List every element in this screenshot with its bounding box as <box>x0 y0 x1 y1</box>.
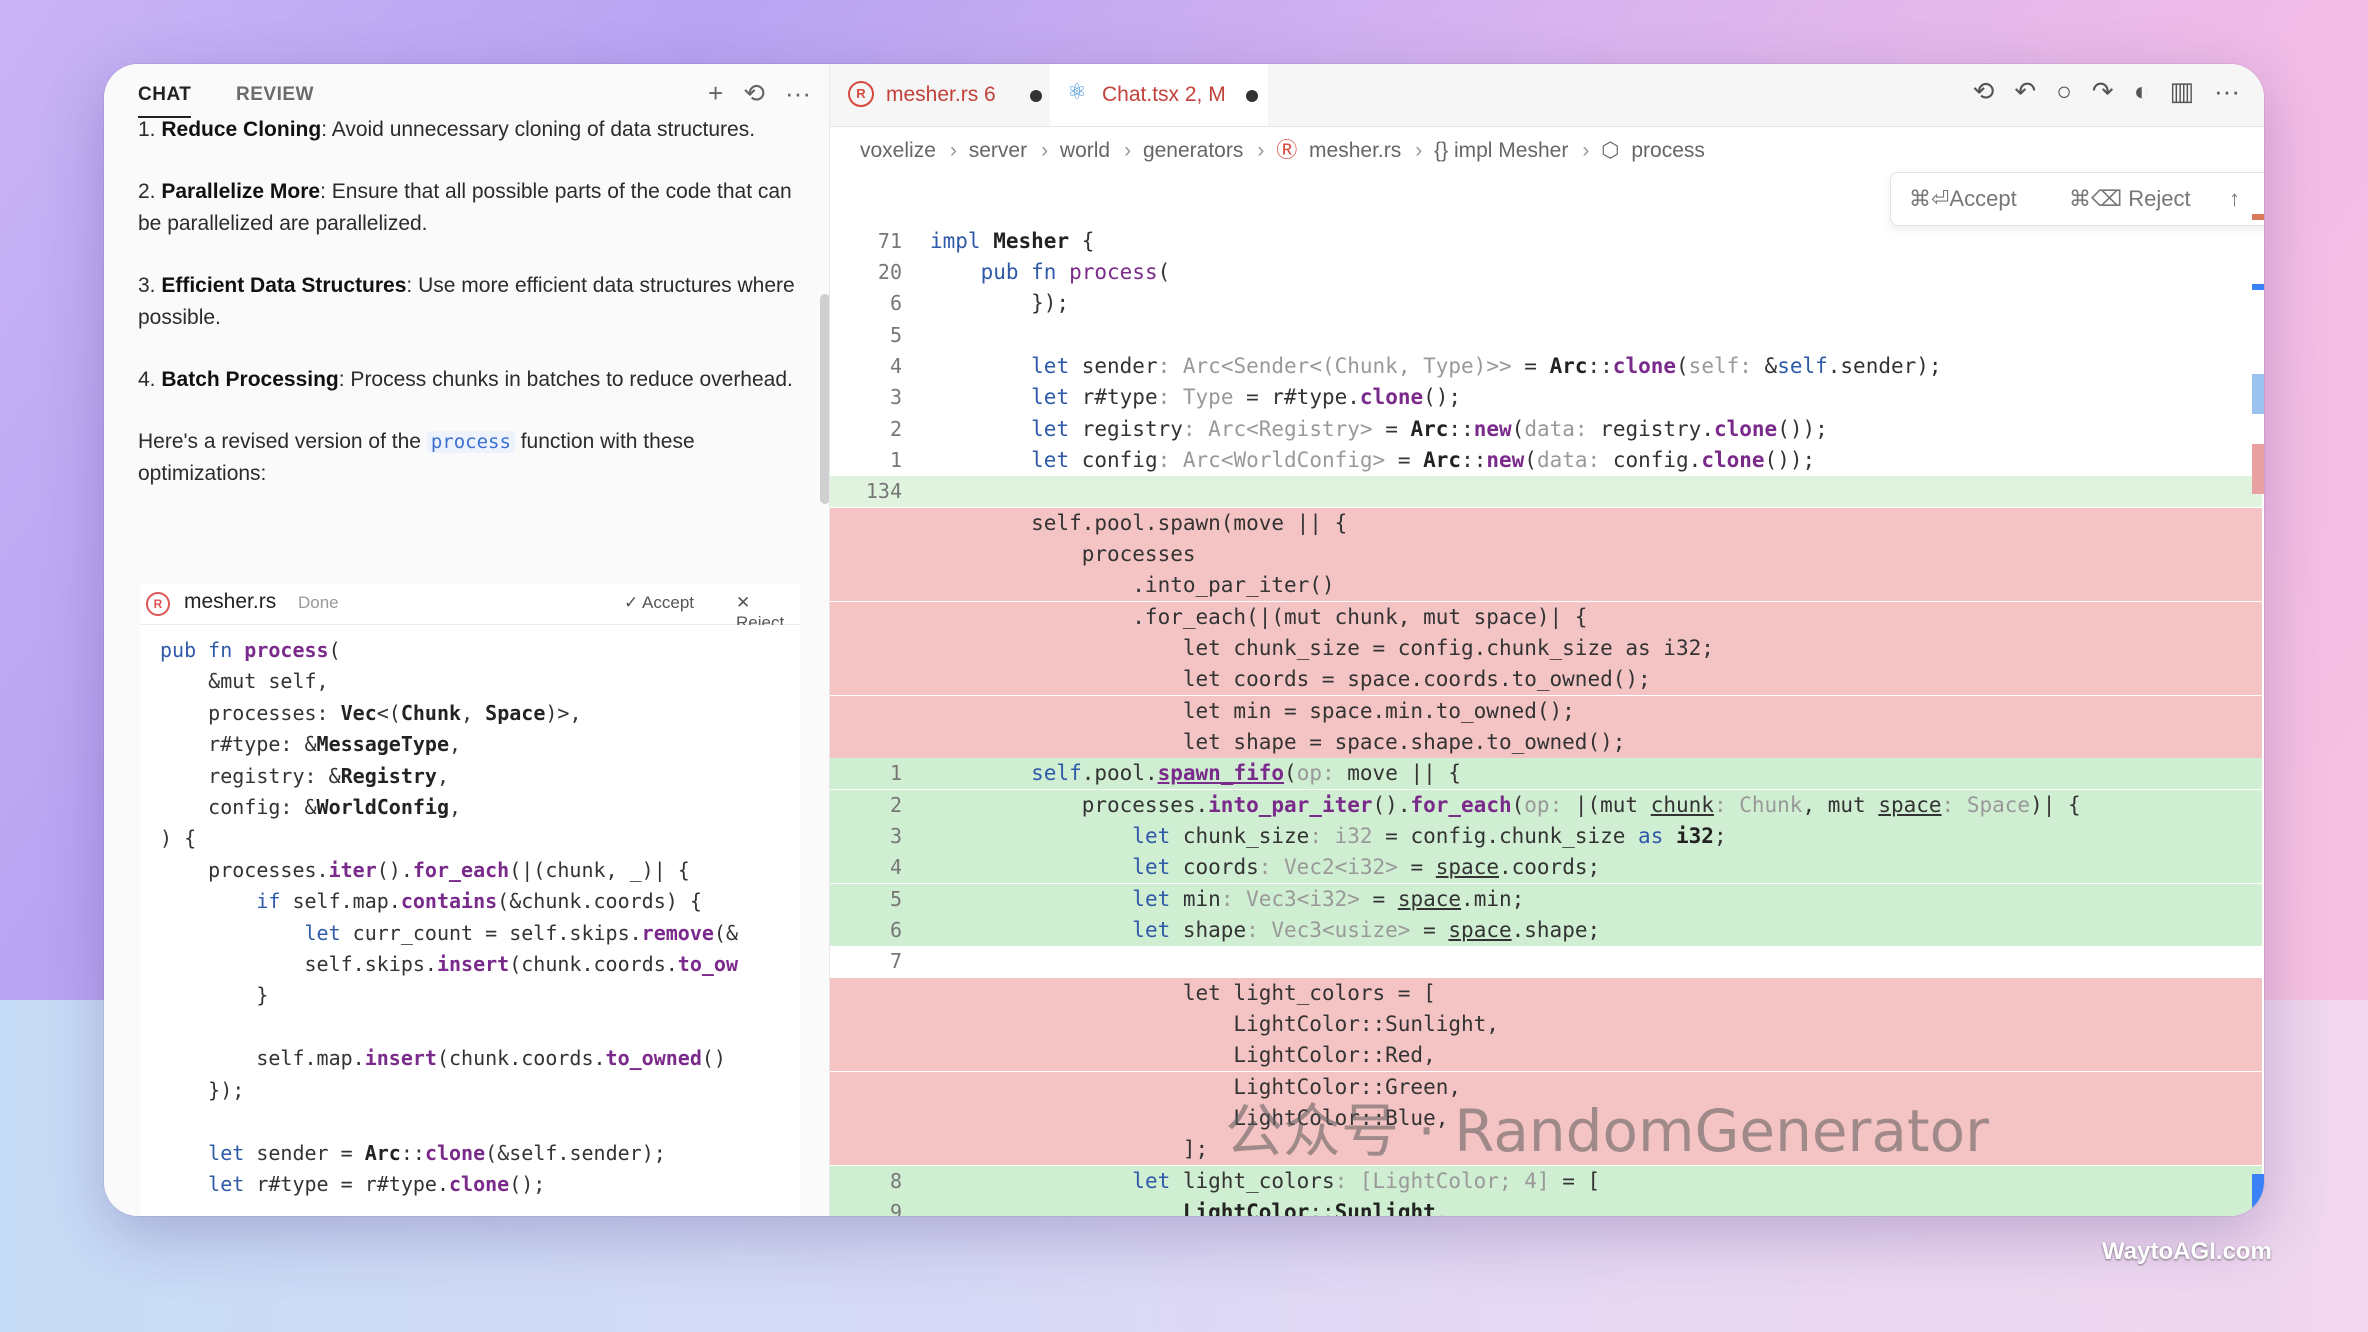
overview-ruler[interactable] <box>2252 214 2264 1214</box>
deleted-line: let shape = space.shape.to_owned(); <box>830 727 2262 759</box>
deleted-line: processes <box>830 539 2262 571</box>
list-item: 4. Batch Processing: Process chunks in b… <box>138 368 793 391</box>
code-line: 2 let registry: Arc<Registry> = Arc::new… <box>889 417 1828 441</box>
deleted-line: LightColor::Red, <box>830 1040 2262 1072</box>
breadcrumb-item[interactable]: voxelize <box>860 139 936 162</box>
history-icon[interactable]: ⟲ <box>743 78 765 109</box>
added-line: 8 let light_colors: [LightColor; 4] = [ <box>830 1166 2262 1198</box>
editor-panel: R mesher.rs 6 ⚛ Chat.tsx 2, M ⟲ ↶ ○ ↷ ◐ … <box>830 64 2264 1216</box>
breadcrumb-item[interactable]: server <box>969 139 1027 162</box>
chat-scrollbar[interactable] <box>820 294 829 504</box>
code-line: 4 let sender: Arc<Sender<(Chunk, Type)>>… <box>889 354 1942 378</box>
breadcrumb-item[interactable]: process <box>1631 139 1705 162</box>
breadcrumb-item[interactable]: {} impl Mesher <box>1434 139 1568 162</box>
breadcrumb-item[interactable]: generators <box>1143 139 1243 162</box>
deleted-line: let light_colors = [ <box>830 978 2262 1010</box>
code-line: 3 let r#type: Type = r#type.clone(); <box>889 385 1462 409</box>
code-block: pub fn process( &mut self, processes: Ve… <box>140 625 800 1216</box>
added-line: 6 let shape: Vec3<usize> = space.shape; <box>830 915 2262 947</box>
compare-icon[interactable]: ◐ <box>2134 76 2150 107</box>
chat-message: 1. Reduce Cloning: Avoid unnecessary clo… <box>138 114 798 520</box>
breadcrumb-item[interactable]: world <box>1060 139 1110 162</box>
deleted-line: .for_each(|(mut chunk, mut space)| { <box>830 602 2262 634</box>
editor-actions: ⟲ ↶ ○ ↷ ◐ ▥ ··· <box>1973 76 2240 107</box>
tab-chat[interactable]: CHAT <box>138 84 192 118</box>
code-block-header: R mesher.rs Done ✓ Accept ✕ Reject <box>140 584 800 632</box>
watermark: 公众号 · RandomGenerator <box>1225 1097 1989 1165</box>
added-line: 3 let chunk_size: i32 = config.chunk_siz… <box>830 821 2262 853</box>
code-snippet: pub fn process( &mut self, processes: Ve… <box>160 638 738 1196</box>
accept-all-button[interactable]: ⌘⏎Accept <box>1909 186 2017 212</box>
added-line: 5 let min: Vec3<i32> = space.min; <box>830 884 2262 916</box>
deleted-line: let chunk_size = config.chunk_size as i3… <box>830 633 2262 665</box>
code-line: 6 }); <box>889 291 1070 315</box>
history-icon[interactable]: ⟲ <box>1973 76 1995 107</box>
code-line: 5 <box>889 323 902 347</box>
code-line-cursor: 134 <box>830 476 2262 508</box>
deleted-line: let min = space.min.to_owned(); <box>830 696 2262 728</box>
cube-icon: ⬡ <box>1601 139 1620 162</box>
added-line: 4 let coords: Vec2<i32> = space.coords; <box>830 852 2262 884</box>
list-item: 3. Efficient Data Structures: Use more e… <box>138 274 795 329</box>
list-item: 2. Parallelize More: Ensure that all pos… <box>138 180 792 235</box>
code-line: 20 pub fn process( <box>877 260 1171 284</box>
code-line: 7 <box>889 949 902 973</box>
unsaved-dot-icon <box>1246 90 1258 102</box>
accept-button[interactable]: ✓ Accept <box>624 593 694 613</box>
more-icon[interactable]: ··· <box>785 78 811 109</box>
revised-text: Here's a revised version of the process … <box>138 430 695 485</box>
chat-panel: CHAT REVIEW + ⟲ ··· 1. Reduce Cloning: A… <box>104 64 830 1216</box>
go-back-icon[interactable]: ↶ <box>2014 76 2036 107</box>
code-line: 71 impl Mesher { <box>877 229 1095 253</box>
breadcrumb: voxelize › server › world › generators › Ⓡ m… <box>860 139 1705 162</box>
list-item: 1. Reduce Cloning: Avoid unnecessary clo… <box>138 118 756 141</box>
react-icon: ⚛ <box>1067 79 1087 104</box>
prev-diff-button[interactable]: ↑ <box>2229 186 2240 212</box>
added-line: 1 self.pool.spawn_fifo(op: move || { <box>830 758 2262 790</box>
split-editor-icon[interactable]: ▥ <box>2169 76 2194 107</box>
app-window: CHAT REVIEW + ⟲ ··· 1. Reduce Cloning: A… <box>104 64 2264 1216</box>
code-reference[interactable]: process <box>426 431 515 453</box>
rust-file-icon: R <box>848 81 874 107</box>
new-chat-icon[interactable]: + <box>708 78 723 109</box>
unsaved-dot-icon <box>1030 90 1042 102</box>
tab-review[interactable]: REVIEW <box>236 84 314 106</box>
added-line: 9 LightColor::Sunlight, <box>830 1197 2262 1216</box>
code-line: 1 let config: Arc<WorldConfig> = Arc::ne… <box>889 448 1816 472</box>
circle-icon[interactable]: ○ <box>2056 76 2072 107</box>
reject-all-button[interactable]: ⌘⌫ Reject <box>2069 186 2191 212</box>
deleted-line: LightColor::Sunlight, <box>830 1009 2262 1041</box>
breadcrumb-item[interactable]: mesher.rs <box>1309 139 1401 162</box>
rust-file-icon: Ⓡ <box>1276 139 1298 162</box>
added-line: 2 processes.into_par_iter().for_each(op:… <box>830 790 2262 822</box>
deleted-line: .into_par_iter() <box>830 570 2262 602</box>
code-block-filename[interactable]: mesher.rs <box>184 590 276 614</box>
corner-watermark: WaytoAGI.com <box>2102 1238 2272 1265</box>
code-block-status: Done <box>298 593 339 612</box>
tab-mesher-rs[interactable]: R mesher.rs 6 <box>830 64 1050 126</box>
diff-accept-bar: ⌘⏎Accept ⌘⌫ Reject ↑ ↓ <box>1890 172 2264 226</box>
more-icon[interactable]: ··· <box>2214 76 2240 107</box>
deleted-line: let coords = space.coords.to_owned(); <box>830 664 2262 696</box>
editor-tabbar: R mesher.rs 6 ⚛ Chat.tsx 2, M ⟲ ↶ ○ ↷ ◐ … <box>830 64 2264 127</box>
chat-actions: + ⟲ ··· <box>708 78 811 109</box>
deleted-line: self.pool.spawn(move || { <box>830 508 2262 540</box>
go-forward-icon[interactable]: ↷ <box>2092 76 2114 107</box>
rust-file-icon: R <box>146 592 170 616</box>
tab-chat-tsx[interactable]: ⚛ Chat.tsx 2, M <box>1050 64 1268 126</box>
